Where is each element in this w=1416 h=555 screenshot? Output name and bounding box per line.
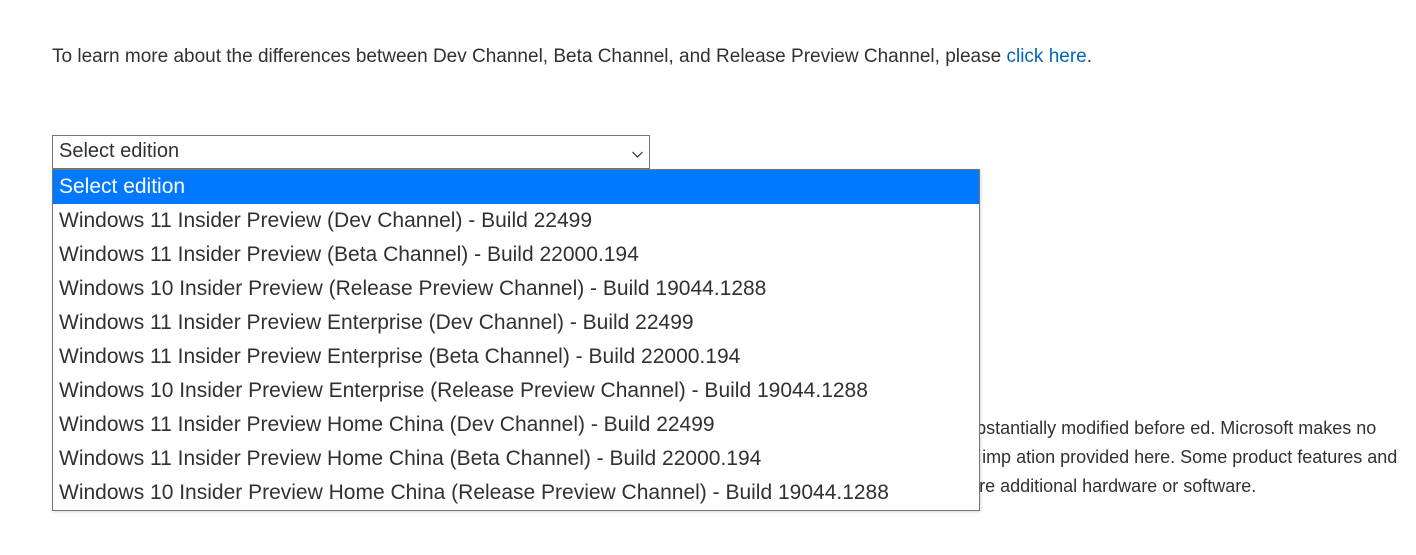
edition-option[interactable]: Windows 10 Insider Preview (Release Prev… [53, 272, 979, 306]
edition-option[interactable]: Windows 10 Insider Preview Enterprise (R… [53, 374, 979, 408]
intro-text-before: To learn more about the differences betw… [52, 46, 1006, 67]
click-here-link[interactable]: click here [1006, 46, 1086, 67]
edition-option[interactable]: Select edition [53, 170, 979, 204]
edition-select-value: Select edition [59, 140, 179, 163]
edition-option[interactable]: Windows 10 Insider Preview Home China (R… [53, 476, 979, 510]
edition-option[interactable]: Windows 11 Insider Preview (Beta Channel… [53, 238, 979, 272]
edition-option[interactable]: Windows 11 Insider Preview Enterprise (B… [53, 340, 979, 374]
edition-option[interactable]: Windows 11 Insider Preview Home China (B… [53, 442, 979, 476]
edition-option[interactable]: Windows 11 Insider Preview Enterprise (D… [53, 306, 979, 340]
chevron-down-icon [632, 140, 643, 163]
intro-text-after: . [1087, 46, 1092, 67]
edition-option[interactable]: Windows 11 Insider Preview (Dev Channel)… [53, 204, 979, 238]
edition-select[interactable]: Select edition [52, 135, 650, 169]
intro-paragraph: To learn more about the differences betw… [52, 44, 1364, 71]
edition-option[interactable]: Windows 11 Insider Preview Home China (D… [53, 408, 979, 442]
edition-dropdown-list: Select edition Windows 11 Insider Previe… [52, 169, 980, 511]
edition-select-wrapper: Select edition Select edition Windows 11… [52, 135, 650, 169]
